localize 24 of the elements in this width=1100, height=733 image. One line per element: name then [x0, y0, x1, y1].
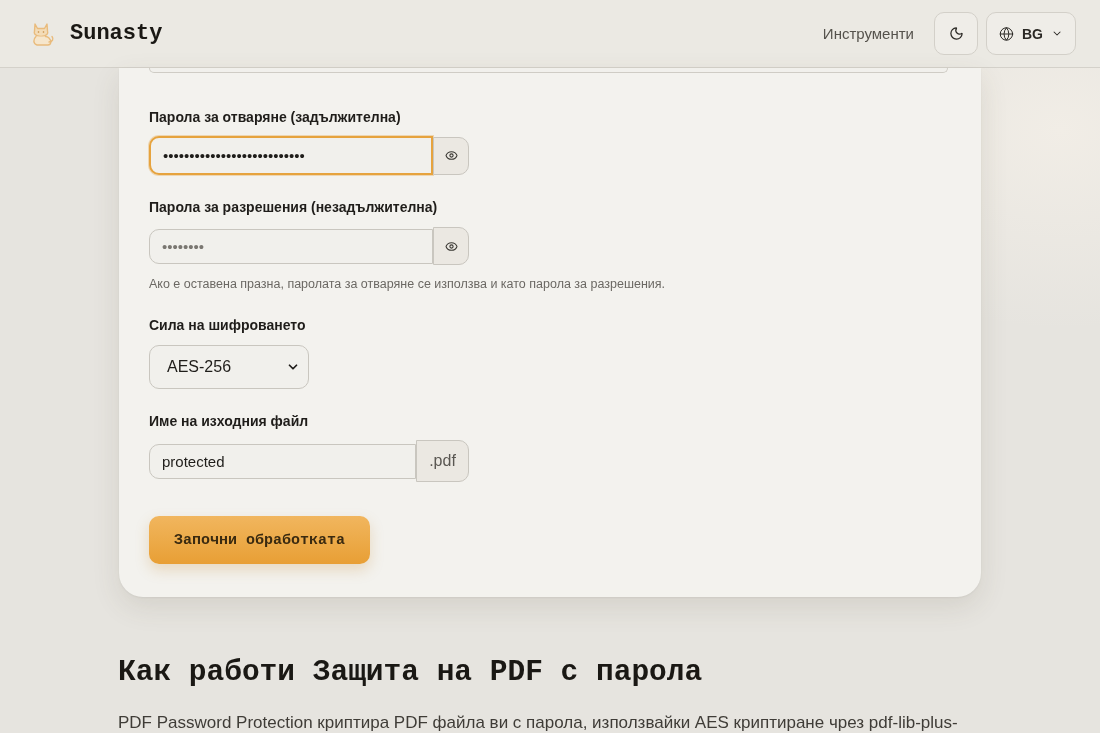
eye-icon	[444, 149, 458, 162]
show-password-button[interactable]	[433, 136, 469, 175]
section-paragraph: PDF Password Protection криптира PDF файла ви с парола, използвайки AES криптиране чрез pdf-lib-plus-	[118, 713, 959, 732]
section-heading: Как работи Защита на PDF с парола	[118, 654, 704, 690]
extension-suffix: .pdf	[416, 440, 469, 482]
password-field[interactable]: ••••••••	[149, 228, 433, 264]
start-processing-button[interactable]: Започни обработката	[149, 516, 370, 564]
theme-toggle-button[interactable]	[934, 12, 978, 55]
field-label: Парола за разрешения (незадължителна)	[149, 198, 439, 217]
logo-text: Sunasty	[70, 21, 163, 46]
show-password-button[interactable]	[433, 227, 469, 265]
hint-text: Ако е оставена празна, паролата за отваряне се използва и като парола за разрешения.	[149, 276, 667, 293]
language-button[interactable]: BG	[986, 12, 1076, 55]
filename-field[interactable]: protected	[149, 443, 416, 479]
globe-icon	[999, 25, 1014, 42]
moon-icon	[948, 26, 964, 41]
field-label: Парола за отваряне (задължителна)	[149, 108, 402, 127]
password-field[interactable]: •••••••••••••••••••••••••••	[149, 136, 433, 175]
tools-nav-link[interactable]: Инструменти	[822, 25, 914, 42]
input-field[interactable]	[149, 68, 948, 73]
eye-icon	[444, 239, 458, 253]
encryption-select[interactable]: AES-256	[149, 345, 309, 389]
field-label: Име на изходния файл	[149, 412, 310, 431]
field-label: Сила на шифроването	[149, 316, 307, 335]
